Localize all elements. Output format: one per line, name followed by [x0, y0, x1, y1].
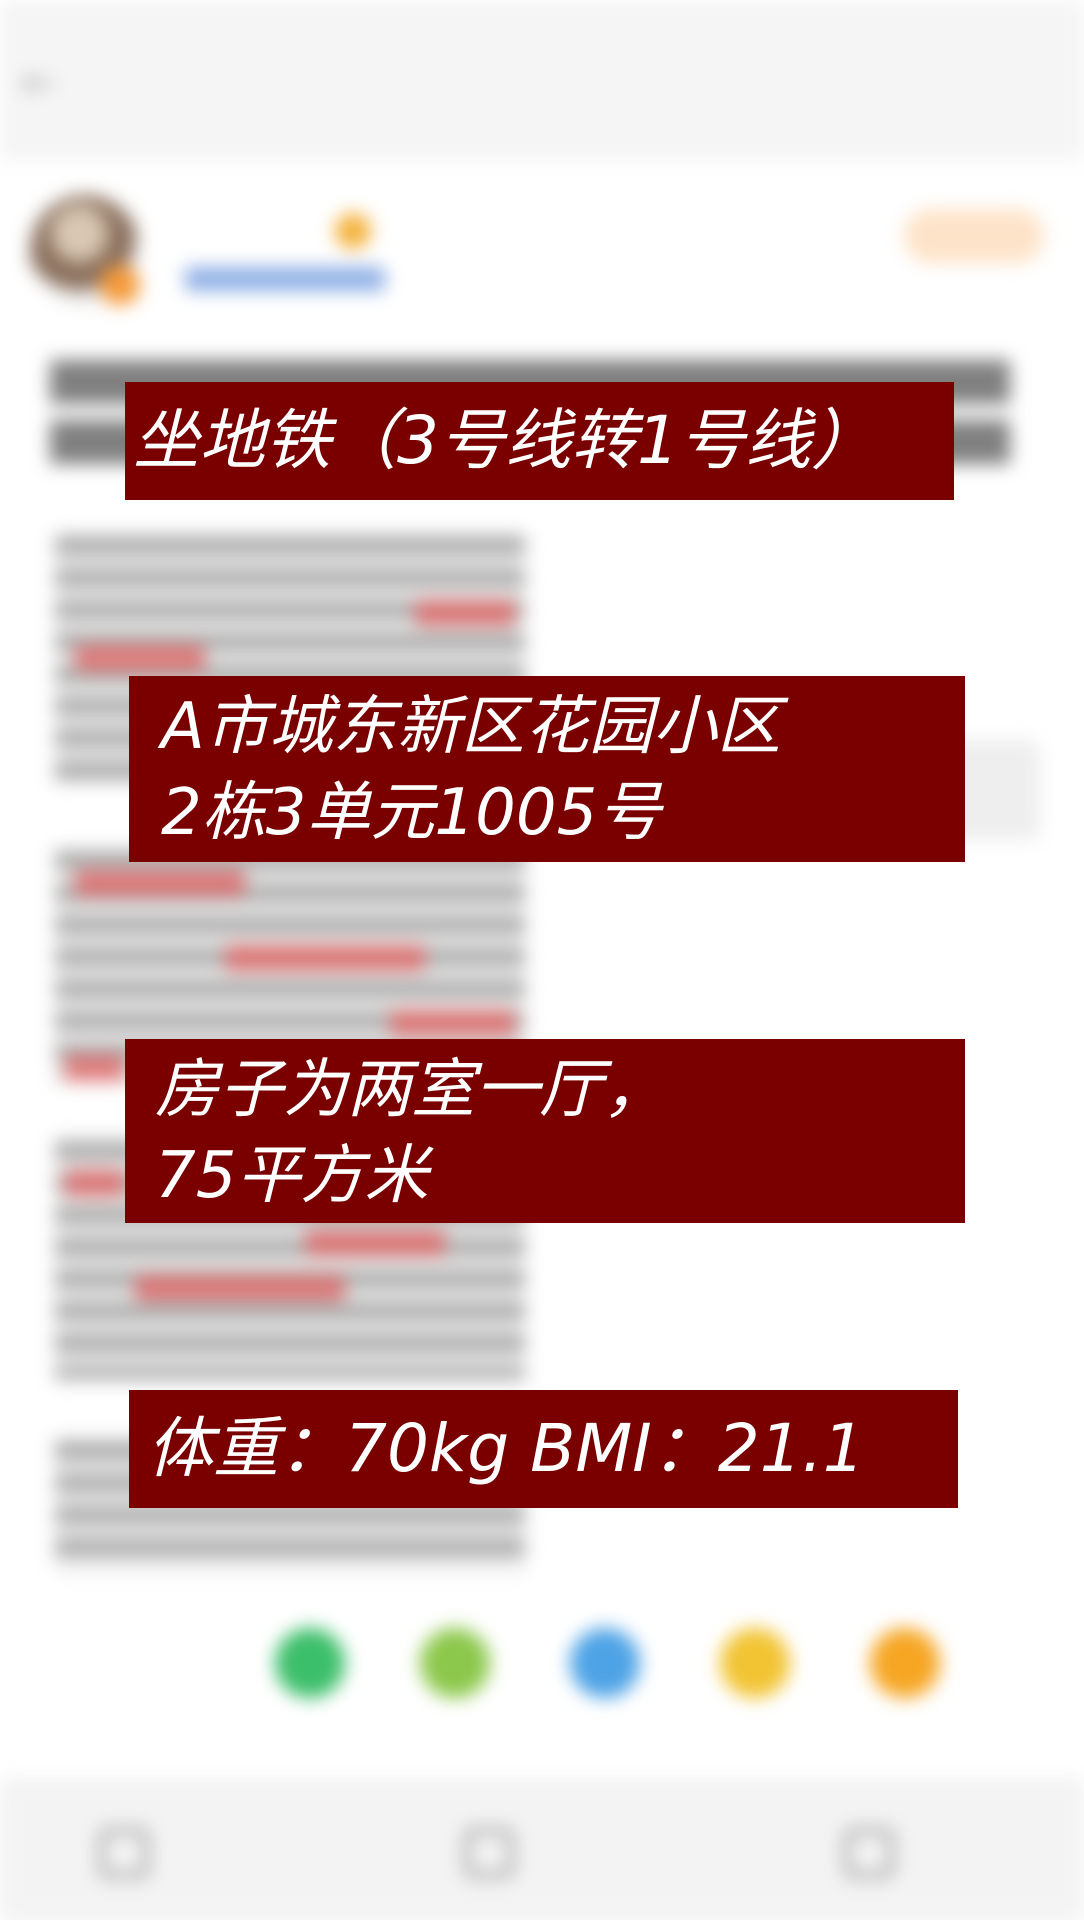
author-meta — [185, 267, 385, 291]
nav-title — [440, 55, 640, 111]
overlay-address: A市城东新区花园小区 2栋3单元1005号 — [129, 676, 965, 862]
content-link[interactable] — [390, 1010, 515, 1036]
content-link[interactable] — [65, 1055, 125, 1081]
bottom-action-bar — [0, 1780, 1084, 1920]
tab-like[interactable] — [845, 1827, 909, 1877]
overlay-transport: 坐地铁（3号线转1号线） — [125, 382, 954, 500]
follow-button[interactable] — [904, 209, 1044, 263]
content-link[interactable] — [65, 1170, 125, 1196]
moments-icon[interactable] — [420, 1628, 490, 1698]
back-arrow-icon[interactable]: ← — [22, 60, 92, 106]
qzone-icon[interactable] — [720, 1628, 790, 1698]
content-link[interactable] — [305, 1230, 445, 1256]
tab-share[interactable] — [100, 1827, 164, 1877]
post-header — [0, 175, 1084, 325]
overlay-body: 体重：70kg BMI：21.1 — [129, 1390, 958, 1508]
wechat-icon[interactable] — [275, 1628, 345, 1698]
content-link[interactable] — [75, 870, 245, 896]
page: ← 坐地铁（3号线转1号线） A市城东新区花园小区 2栋3单元1005号 房子为… — [0, 0, 1084, 1920]
content-link[interactable] — [75, 645, 205, 671]
top-nav-bar: ← — [0, 0, 1084, 160]
weibo-icon[interactable] — [870, 1628, 940, 1698]
share-row — [0, 1620, 1084, 1700]
overlay-house: 房子为两室一厅， 75平方米 — [125, 1039, 965, 1223]
content-link[interactable] — [225, 945, 425, 971]
comment-icon — [465, 1829, 513, 1877]
tab-comment[interactable] — [465, 1827, 529, 1877]
content-link[interactable] — [415, 600, 515, 626]
verified-icon — [335, 213, 371, 249]
blurred-background: ← — [0, 0, 1084, 1920]
share-icon — [100, 1829, 148, 1877]
avatar-badge-icon — [100, 265, 140, 305]
like-icon — [845, 1829, 893, 1877]
more-button[interactable] — [984, 72, 1064, 92]
qq-icon[interactable] — [570, 1628, 640, 1698]
content-link[interactable] — [135, 1275, 345, 1301]
